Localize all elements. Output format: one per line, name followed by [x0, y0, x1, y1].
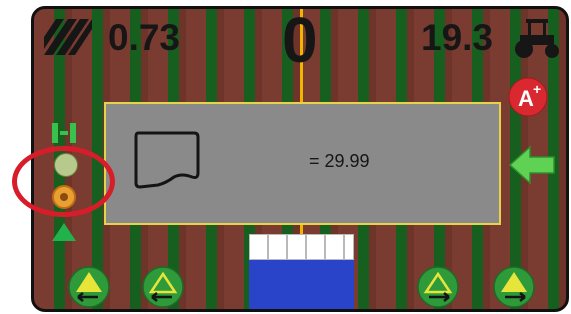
- swath-hatch-icon: [44, 19, 92, 55]
- tractor-icon: [515, 19, 559, 58]
- lightbar-cell: [287, 234, 306, 260]
- lightbar: [249, 234, 354, 309]
- area-value: = 29.99: [309, 151, 370, 171]
- highlight-ring: [12, 146, 115, 217]
- lightbar-active-zone: [249, 260, 354, 309]
- svg-text:+: +: [533, 81, 541, 97]
- a-plus-marker-icon[interactable]: A +: [508, 77, 548, 117]
- guidance-screen: 0.73 0 19.3 A + = 29.99: [31, 6, 569, 312]
- nudge-right-button[interactable]: [493, 266, 535, 308]
- green-back-arrow-icon[interactable]: [508, 145, 556, 185]
- speed-readout: 19.3: [421, 17, 494, 58]
- area-dialog: = 29.99: [104, 102, 501, 225]
- lightbar-cell: [325, 234, 344, 260]
- nudge-left-outline-button[interactable]: [142, 266, 184, 308]
- lightbar-cell: [268, 234, 287, 260]
- lightbar-cell: [249, 234, 268, 260]
- svg-text:A: A: [518, 86, 534, 111]
- up-triangle-icon[interactable]: [52, 223, 76, 241]
- cross-track-error: 0: [282, 6, 318, 76]
- align-guidance-icon[interactable]: [50, 119, 78, 147]
- lightbar-cell: [344, 234, 354, 260]
- lightbar-cell: [306, 234, 325, 260]
- nudge-left-button[interactable]: [68, 266, 110, 308]
- off-line-distance: 0.73: [108, 17, 181, 58]
- nudge-right-outline-button[interactable]: [417, 266, 459, 308]
- boundary-shape-icon: [134, 131, 200, 189]
